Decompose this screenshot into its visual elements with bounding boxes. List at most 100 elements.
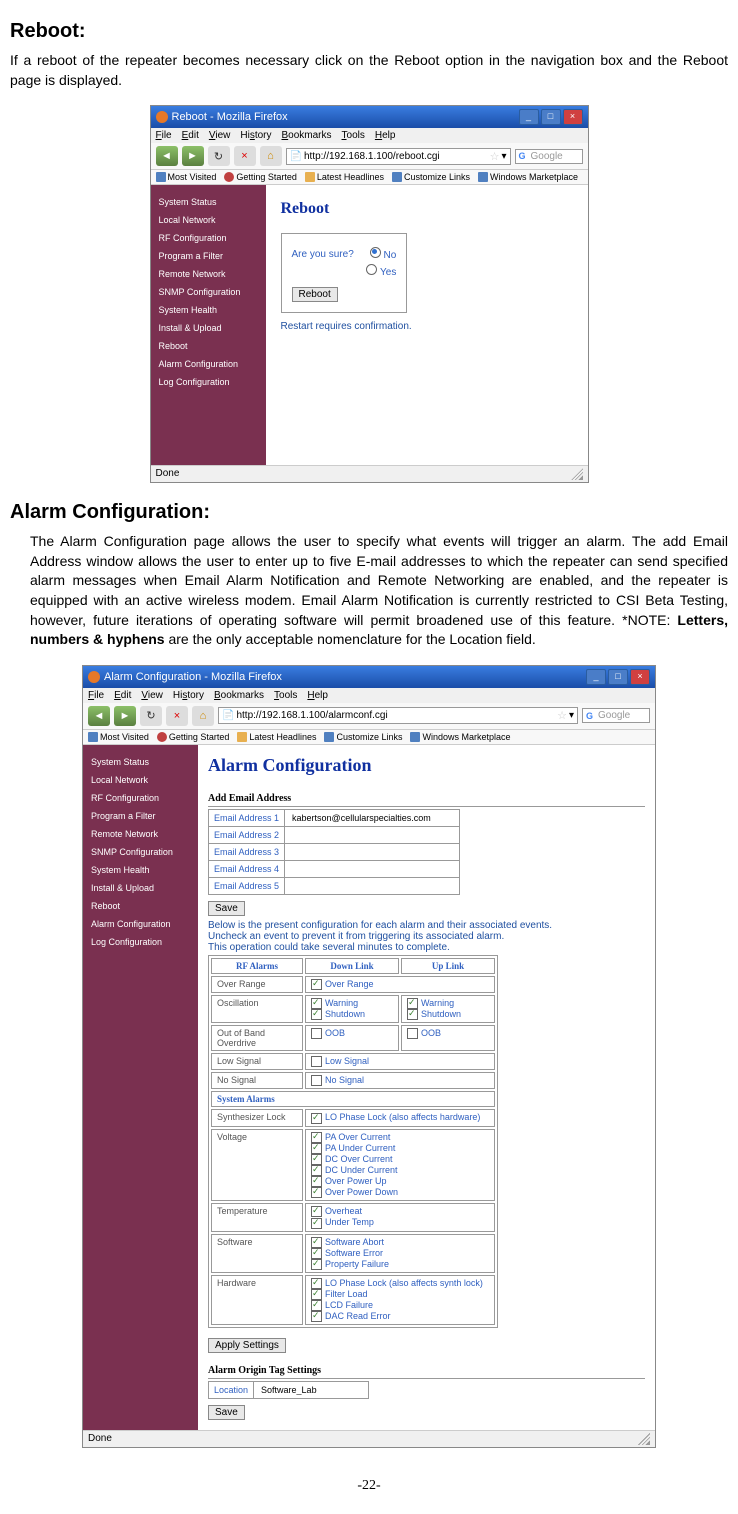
reboot-button[interactable]: Reboot xyxy=(292,287,338,302)
email-input-2[interactable] xyxy=(290,829,454,841)
menu-view[interactable]: View xyxy=(141,690,163,701)
bookmark-most-visited[interactable]: Most Visited xyxy=(88,732,149,742)
sidebar-item-local-network[interactable]: Local Network xyxy=(151,211,266,229)
checkbox[interactable] xyxy=(311,1009,322,1020)
bookmark-customize-links[interactable]: Customize Links xyxy=(392,172,470,182)
bookmark-most-visited[interactable]: Most Visited xyxy=(156,172,217,182)
bookmark-customize-links[interactable]: Customize Links xyxy=(324,732,402,742)
checkbox[interactable] xyxy=(311,1113,322,1124)
sidebar-item-system-health[interactable]: System Health xyxy=(83,861,198,879)
sidebar-item-alarm-config[interactable]: Alarm Configuration xyxy=(151,355,266,373)
section-add-email: Add Email Address xyxy=(208,791,645,807)
resize-grip[interactable] xyxy=(638,1433,650,1445)
close-button[interactable]: × xyxy=(563,109,583,125)
checkbox[interactable] xyxy=(311,1028,322,1039)
search-box[interactable]: G Google xyxy=(582,708,650,723)
sidebar-item-install-upload[interactable]: Install & Upload xyxy=(151,319,266,337)
url-bar[interactable]: 📄 http://192.168.1.100/reboot.cgi ☆ ▾ xyxy=(286,148,511,165)
bookmark-latest-headlines[interactable]: Latest Headlines xyxy=(237,732,316,742)
checkbox[interactable] xyxy=(311,1259,322,1270)
maximize-button[interactable]: □ xyxy=(608,669,628,685)
stop-button[interactable]: × xyxy=(234,146,256,166)
sidebar-item-remote-network[interactable]: Remote Network xyxy=(151,265,266,283)
radio-no[interactable] xyxy=(370,247,381,258)
bookmark-windows-marketplace[interactable]: Windows Marketplace xyxy=(478,172,578,182)
bookmark-getting-started[interactable]: Getting Started xyxy=(157,732,230,742)
menu-tools[interactable]: Tools xyxy=(274,690,297,701)
menu-help[interactable]: Help xyxy=(307,690,328,701)
menu-file[interactable]: File xyxy=(88,690,104,701)
sidebar-item-system-status[interactable]: System Status xyxy=(83,753,198,771)
minimize-button[interactable]: _ xyxy=(519,109,539,125)
save-button[interactable]: Save xyxy=(208,901,245,916)
close-button[interactable]: × xyxy=(630,669,650,685)
menu-bookmarks[interactable]: Bookmarks xyxy=(282,130,332,141)
checkbox-over-range[interactable] xyxy=(311,979,322,990)
reboot-note: Restart requires confirmation. xyxy=(281,321,573,332)
bookmark-getting-started[interactable]: Getting Started xyxy=(224,172,297,182)
sidebar-item-remote-network[interactable]: Remote Network xyxy=(83,825,198,843)
reload-button[interactable]: ↻ xyxy=(140,706,162,726)
sidebar-item-rf-config[interactable]: RF Configuration xyxy=(83,789,198,807)
sidebar-item-system-status[interactable]: System Status xyxy=(151,193,266,211)
dropdown-icon[interactable]: ▾ xyxy=(501,151,506,162)
url-bar[interactable]: 📄 http://192.168.1.100/alarmconf.cgi ☆ ▾ xyxy=(218,707,578,724)
checkbox[interactable] xyxy=(311,1075,322,1086)
email-input-5[interactable] xyxy=(290,880,454,892)
home-button[interactable]: ⌂ xyxy=(260,146,282,166)
bookmark-star-icon[interactable]: ☆ xyxy=(490,150,500,163)
menu-history[interactable]: History xyxy=(173,690,204,701)
checkbox[interactable] xyxy=(311,1187,322,1198)
sidebar-item-reboot[interactable]: Reboot xyxy=(83,897,198,915)
checkbox[interactable] xyxy=(311,1056,322,1067)
checkbox[interactable] xyxy=(407,1009,418,1020)
email-input-4[interactable] xyxy=(290,863,454,875)
checkbox[interactable] xyxy=(311,1218,322,1229)
location-table: Location xyxy=(208,1381,369,1399)
bookmark-star-icon[interactable]: ☆ xyxy=(557,709,567,722)
bookmark-windows-marketplace[interactable]: Windows Marketplace xyxy=(410,732,510,742)
resize-grip[interactable] xyxy=(571,468,583,480)
sidebar-item-program-filter[interactable]: Program a Filter xyxy=(151,247,266,265)
forward-button[interactable]: ► xyxy=(114,706,136,726)
sidebar-item-reboot[interactable]: Reboot xyxy=(151,337,266,355)
sidebar-item-program-filter[interactable]: Program a Filter xyxy=(83,807,198,825)
sidebar-item-rf-config[interactable]: RF Configuration xyxy=(151,229,266,247)
home-button[interactable]: ⌂ xyxy=(192,706,214,726)
radio-yes[interactable] xyxy=(366,264,377,275)
checkbox[interactable] xyxy=(407,1028,418,1039)
sidebar-item-install-upload[interactable]: Install & Upload xyxy=(83,879,198,897)
sidebar-item-log-config[interactable]: Log Configuration xyxy=(83,933,198,951)
reload-button[interactable]: ↻ xyxy=(208,146,230,166)
minimize-button[interactable]: _ xyxy=(586,669,606,685)
menu-edit[interactable]: Edit xyxy=(182,130,199,141)
email-input-3[interactable] xyxy=(290,846,454,858)
menu-view[interactable]: View xyxy=(209,130,231,141)
stop-button[interactable]: × xyxy=(166,706,188,726)
apply-settings-button[interactable]: Apply Settings xyxy=(208,1338,286,1353)
sidebar-item-alarm-config[interactable]: Alarm Configuration xyxy=(83,915,198,933)
sidebar-item-snmp-config[interactable]: SNMP Configuration xyxy=(83,843,198,861)
back-button[interactable]: ◄ xyxy=(156,146,178,166)
save-button-2[interactable]: Save xyxy=(208,1405,245,1420)
sidebar-item-system-health[interactable]: System Health xyxy=(151,301,266,319)
forward-button[interactable]: ► xyxy=(182,146,204,166)
sidebar-item-local-network[interactable]: Local Network xyxy=(83,771,198,789)
menu-edit[interactable]: Edit xyxy=(114,690,131,701)
menu-bookmarks[interactable]: Bookmarks xyxy=(214,690,264,701)
checkbox[interactable] xyxy=(311,1311,322,1322)
email-input-1[interactable] xyxy=(290,812,454,824)
menu-help[interactable]: Help xyxy=(375,130,396,141)
dropdown-icon[interactable]: ▾ xyxy=(569,710,574,721)
page-icon: 📄 xyxy=(290,151,302,162)
back-button[interactable]: ◄ xyxy=(88,706,110,726)
sidebar-item-log-config[interactable]: Log Configuration xyxy=(151,373,266,391)
menu-history[interactable]: History xyxy=(240,130,271,141)
sidebar-item-snmp-config[interactable]: SNMP Configuration xyxy=(151,283,266,301)
menu-file[interactable]: File xyxy=(156,130,172,141)
maximize-button[interactable]: □ xyxy=(541,109,561,125)
search-box[interactable]: G Google xyxy=(515,149,583,164)
menu-tools[interactable]: Tools xyxy=(342,130,365,141)
bookmark-latest-headlines[interactable]: Latest Headlines xyxy=(305,172,384,182)
location-input[interactable] xyxy=(259,1384,363,1396)
